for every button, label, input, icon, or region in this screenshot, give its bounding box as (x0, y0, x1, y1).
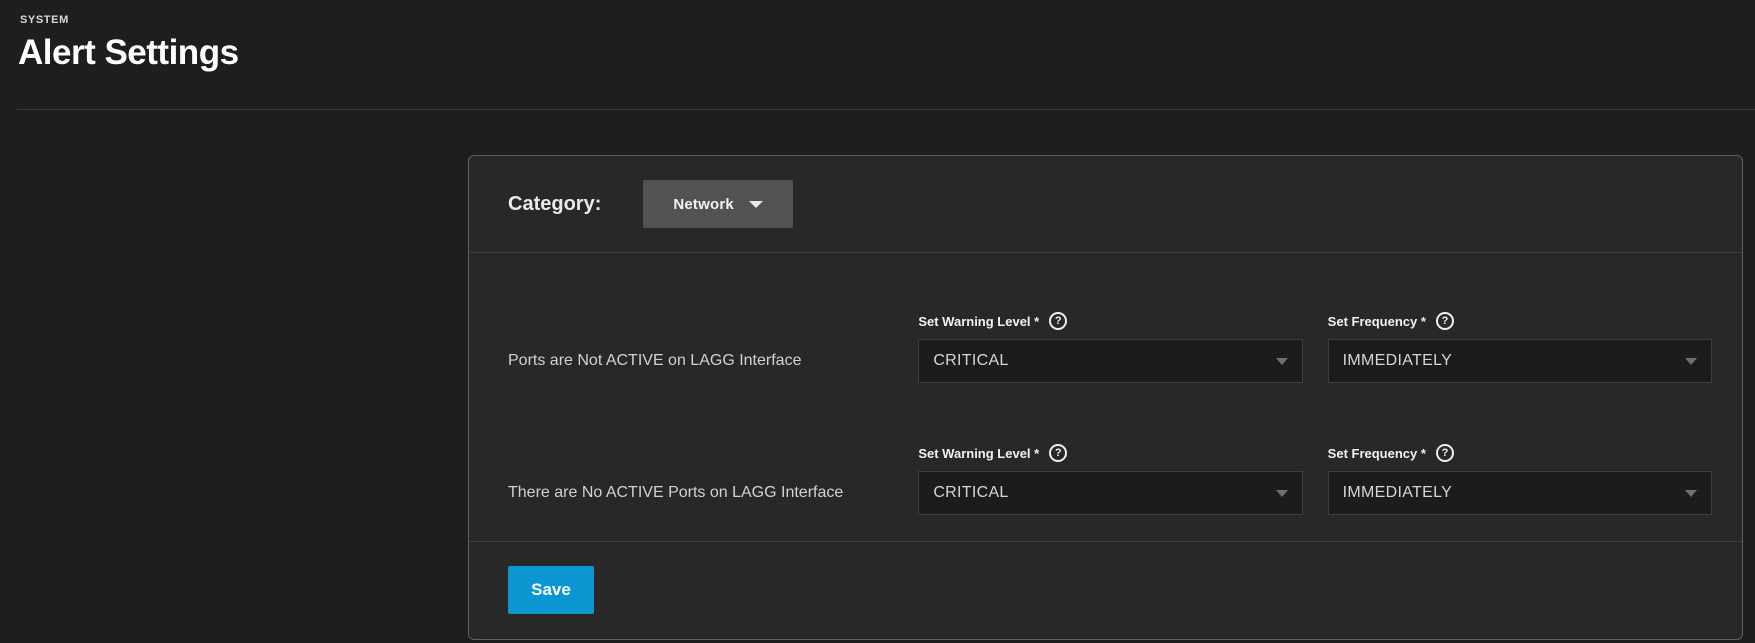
alert-row-lagg-no-active-ports: There are No ACTIVE Ports on LAGG Interf… (508, 443, 1712, 515)
frequency-field: Set Frequency * ? IMMEDIATELY (1328, 443, 1712, 515)
warning-level-value: CRITICAL (933, 352, 1008, 370)
help-icon[interactable]: ? (1436, 312, 1454, 330)
frequency-label: Set Frequency * (1328, 446, 1426, 461)
field-label-row: Set Frequency * ? (1328, 311, 1712, 331)
category-label: Category: (508, 193, 601, 216)
chevron-down-icon (1685, 358, 1697, 365)
alert-settings-card: Category: Network Ports are Not ACTIVE o… (468, 155, 1743, 640)
alert-rows-section: Ports are Not ACTIVE on LAGG Interface S… (469, 253, 1742, 541)
alert-row-lagg-ports-not-active: Ports are Not ACTIVE on LAGG Interface S… (508, 311, 1712, 383)
breadcrumb-system: SYSTEM (20, 14, 1755, 26)
frequency-value: IMMEDIATELY (1343, 484, 1452, 502)
help-icon[interactable]: ? (1049, 444, 1067, 462)
category-section: Category: Network (469, 156, 1742, 252)
frequency-select[interactable]: IMMEDIATELY (1328, 471, 1712, 515)
alert-name: Ports are Not ACTIVE on LAGG Interface (508, 339, 918, 383)
category-value: Network (673, 196, 734, 213)
save-button[interactable]: Save (508, 566, 594, 614)
warning-level-label: Set Warning Level * (918, 314, 1039, 329)
help-icon[interactable]: ? (1049, 312, 1067, 330)
header-divider (17, 109, 1755, 110)
field-label-row: Set Warning Level * ? (918, 443, 1302, 463)
chevron-down-icon (1276, 358, 1288, 365)
chevron-down-icon (749, 201, 763, 208)
help-icon[interactable]: ? (1436, 444, 1454, 462)
page-header: SYSTEM Alert Settings (0, 0, 1755, 75)
field-label-row: Set Frequency * ? (1328, 443, 1712, 463)
frequency-value: IMMEDIATELY (1343, 352, 1452, 370)
warning-level-select[interactable]: CRITICAL (918, 471, 1302, 515)
frequency-label: Set Frequency * (1328, 314, 1426, 329)
warning-level-value: CRITICAL (933, 484, 1008, 502)
card-footer: Save (469, 542, 1742, 639)
warning-level-select[interactable]: CRITICAL (918, 339, 1302, 383)
category-select-button[interactable]: Network (643, 180, 793, 228)
page-title: Alert Settings (18, 31, 1755, 75)
field-label-row: Set Warning Level * ? (918, 311, 1302, 331)
chevron-down-icon (1685, 490, 1697, 497)
frequency-field: Set Frequency * ? IMMEDIATELY (1328, 311, 1712, 383)
chevron-down-icon (1276, 490, 1288, 497)
warning-level-field: Set Warning Level * ? CRITICAL (918, 311, 1302, 383)
warning-level-field: Set Warning Level * ? CRITICAL (918, 443, 1302, 515)
warning-level-label: Set Warning Level * (918, 446, 1039, 461)
frequency-select[interactable]: IMMEDIATELY (1328, 339, 1712, 383)
alert-name: There are No ACTIVE Ports on LAGG Interf… (508, 471, 918, 515)
